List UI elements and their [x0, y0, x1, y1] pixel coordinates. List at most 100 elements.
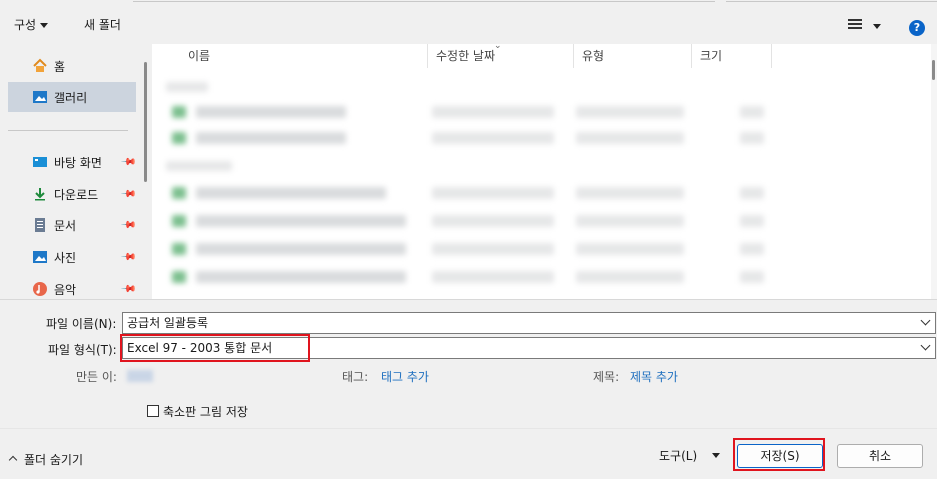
- list-item[interactable]: [196, 271, 406, 283]
- nav-item-label: 문서: [54, 218, 77, 233]
- nav-item-label: 음악: [54, 282, 77, 297]
- file-icon: [172, 187, 186, 199]
- list-item-type: [576, 215, 684, 227]
- chevron-down-icon[interactable]: [920, 315, 931, 326]
- author-value[interactable]: [127, 370, 153, 382]
- nav-item-gallery[interactable]: 갤러리: [8, 82, 136, 112]
- highlight-box: [120, 334, 310, 362]
- dialog-footer: 폴더 숨기기 도구(L) 저장(S) 취소: [0, 428, 937, 479]
- column-header-size[interactable]: 크기: [692, 44, 772, 68]
- nav-item-desktop[interactable]: 바탕 화면 📌: [8, 147, 136, 177]
- pin-icon: 📌: [119, 153, 137, 171]
- new-folder-button[interactable]: 새 폴더: [84, 16, 121, 33]
- list-item-date: [432, 271, 554, 283]
- tools-button[interactable]: 도구(L): [659, 447, 697, 464]
- organize-button[interactable]: 구성: [14, 16, 49, 33]
- toolbar: 구성 새 폴더 ?: [0, 4, 937, 44]
- list-item-date: [432, 215, 554, 227]
- pin-icon: 📌: [119, 248, 137, 266]
- nav-item-label: 홈: [54, 59, 66, 74]
- filetype-label: 파일 형식(T):: [48, 343, 117, 357]
- gallery-icon: [32, 89, 48, 105]
- chevron-down-icon[interactable]: [712, 453, 720, 458]
- group-header: [166, 161, 232, 171]
- list-item-size: [740, 243, 764, 255]
- list-item-type: [576, 106, 684, 118]
- nav-item-label: 사진: [54, 250, 77, 265]
- list-item-type: [576, 187, 684, 199]
- author-label: 만든 이:: [76, 370, 117, 384]
- nav-item-documents[interactable]: 문서 📌: [8, 210, 136, 240]
- cancel-button[interactable]: 취소: [837, 444, 923, 468]
- desktop-icon: [32, 154, 48, 170]
- search-box[interactable]: [726, 0, 937, 2]
- music-icon: [32, 281, 48, 297]
- list-item[interactable]: [196, 187, 386, 199]
- save-form: 파일 이름(N): 공급처 일괄등록 파일 형식(T): Excel 97 - …: [0, 300, 937, 428]
- document-icon: [32, 217, 48, 233]
- list-scrollbar[interactable]: [931, 44, 937, 299]
- pin-icon: 📌: [119, 185, 137, 203]
- file-icon: [172, 215, 186, 227]
- list-item-size: [740, 106, 764, 118]
- pin-icon: 📌: [119, 280, 137, 298]
- nav-item-home[interactable]: 홈: [8, 51, 136, 81]
- organize-label: 구성: [14, 18, 37, 32]
- nav-divider: [8, 130, 128, 131]
- list-item-date: [432, 243, 554, 255]
- list-item-type: [576, 132, 684, 144]
- chevron-down-icon[interactable]: [920, 340, 931, 351]
- list-item-date: [432, 187, 554, 199]
- hide-folders-label: 폴더 숨기기: [24, 453, 84, 467]
- file-icon: [172, 132, 186, 144]
- list-item[interactable]: [196, 132, 346, 144]
- list-item-type: [576, 243, 684, 255]
- column-header-type[interactable]: 유형: [574, 44, 692, 68]
- pin-icon: 📌: [119, 216, 137, 234]
- title-label: 제목:: [593, 370, 620, 384]
- list-item-size: [740, 215, 764, 227]
- list-item-size: [740, 187, 764, 199]
- filename-label: 파일 이름(N):: [46, 317, 117, 331]
- file-icon: [172, 243, 186, 255]
- filename-value: 공급처 일괄등록: [127, 316, 209, 330]
- chevron-down-icon: [40, 23, 49, 28]
- file-list: 이름 ⌄ 수정한 날짜 유형 크기: [152, 41, 937, 299]
- filename-field[interactable]: 공급처 일괄등록: [122, 312, 936, 334]
- download-icon: [32, 186, 48, 202]
- file-icon: [172, 106, 186, 118]
- thumbnail-label[interactable]: 축소판 그림 저장: [163, 403, 248, 420]
- file-icon: [172, 271, 186, 283]
- list-item[interactable]: [196, 243, 406, 255]
- list-item-date: [432, 132, 554, 144]
- add-title-link[interactable]: 제목 추가: [630, 368, 678, 385]
- tags-label: 태그:: [342, 370, 369, 384]
- list-item[interactable]: [196, 106, 346, 118]
- chevron-down-icon[interactable]: [873, 24, 881, 29]
- address-bar[interactable]: [133, 0, 715, 2]
- pictures-icon: [32, 249, 48, 265]
- add-tag-link[interactable]: 태그 추가: [381, 368, 429, 385]
- navigation-pane: 홈 갤러리 바탕 화면 📌 다운로드 📌 문서 📌 사진 📌 음악 📌: [0, 44, 152, 299]
- home-icon: [32, 58, 48, 74]
- column-header-name[interactable]: 이름: [180, 44, 428, 68]
- nav-item-downloads[interactable]: 다운로드 📌: [8, 179, 136, 209]
- highlight-box: [733, 438, 825, 471]
- group-header: [166, 82, 208, 92]
- hide-folders-button[interactable]: 폴더 숨기기: [8, 451, 84, 468]
- view-options-icon[interactable]: [848, 19, 862, 29]
- nav-item-label: 다운로드: [54, 187, 99, 202]
- column-header-modified[interactable]: 수정한 날짜: [428, 44, 574, 68]
- thumbnail-checkbox[interactable]: [147, 405, 159, 417]
- nav-scrollbar[interactable]: [144, 62, 147, 182]
- list-item[interactable]: [196, 215, 406, 227]
- nav-item-label: 갤러리: [54, 90, 88, 105]
- list-item-size: [740, 132, 764, 144]
- nav-item-label: 바탕 화면: [54, 155, 102, 170]
- help-button[interactable]: ?: [909, 20, 925, 36]
- nav-item-pictures[interactable]: 사진 📌: [8, 242, 136, 272]
- chevron-up-icon: [8, 455, 18, 465]
- list-item-type: [576, 271, 684, 283]
- list-item-size: [740, 271, 764, 283]
- list-item-date: [432, 106, 554, 118]
